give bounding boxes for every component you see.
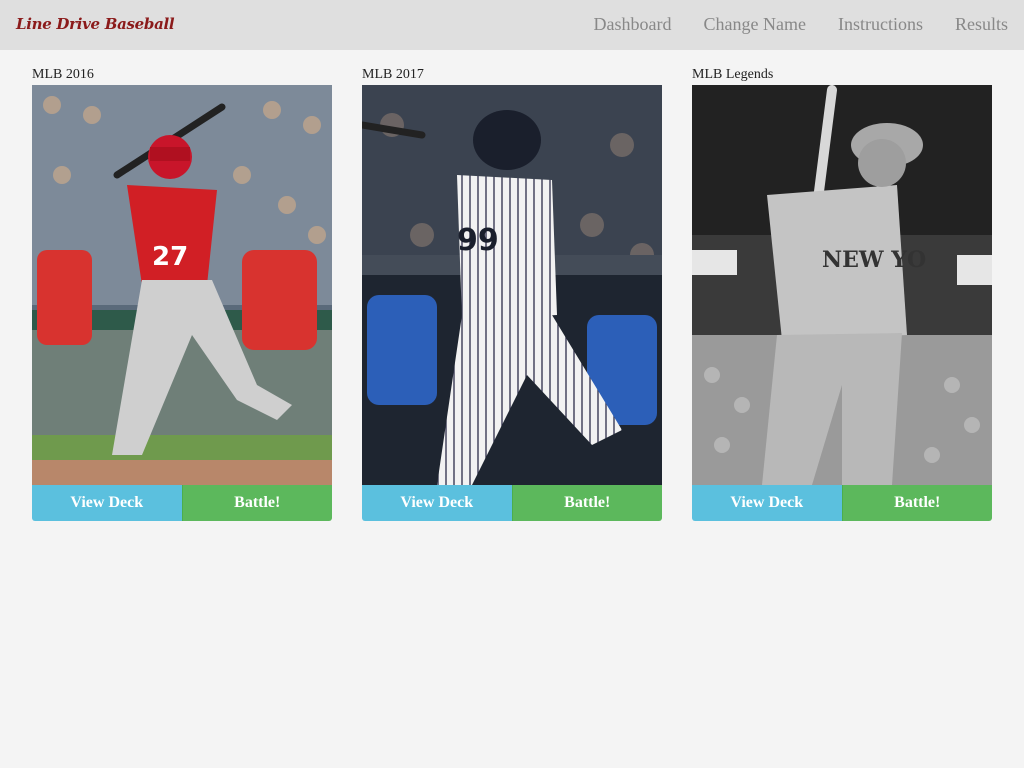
batter-vintage-bw-icon: NEW YO: [692, 85, 992, 485]
deck-photo: NEW YO: [692, 85, 992, 485]
view-deck-button[interactable]: View Deck: [692, 485, 842, 521]
deck-actions: View Deck Battle!: [362, 485, 662, 521]
deck-photo: 99: [362, 85, 662, 485]
brand-logo[interactable]: Line Drive Baseball: [16, 15, 175, 33]
svg-text:99: 99: [457, 223, 499, 258]
deck-card-mlb-2016: MLB 2016 27 View Deck Battle!: [32, 66, 332, 521]
battle-button[interactable]: Battle!: [181, 485, 332, 521]
nav-link-dashboard[interactable]: Dashboard: [594, 14, 672, 35]
deck-title: MLB 2016: [32, 67, 94, 82]
deck-title: MLB 2017: [362, 67, 424, 82]
view-deck-button[interactable]: View Deck: [362, 485, 512, 521]
batter-pinstripe-uniform-icon: 99: [362, 85, 662, 485]
deck-title: MLB Legends: [692, 67, 774, 82]
view-deck-button[interactable]: View Deck: [32, 485, 182, 521]
svg-text:27: 27: [152, 242, 188, 272]
deck-card-mlb-2017: MLB 2017 99 View Deck Battle!: [362, 66, 662, 521]
svg-text:NEW YO: NEW YO: [822, 247, 926, 273]
batter-red-uniform-icon: 27: [32, 85, 332, 485]
battle-button[interactable]: Battle!: [841, 485, 992, 521]
deck-actions: View Deck Battle!: [692, 485, 992, 521]
deck-actions: View Deck Battle!: [32, 485, 332, 521]
nav-link-results[interactable]: Results: [955, 14, 1008, 35]
nav-links: Dashboard Change Name Instructions Resul…: [562, 14, 1008, 35]
nav-link-instructions[interactable]: Instructions: [838, 14, 923, 35]
deck-photo: 27: [32, 85, 332, 485]
nav-link-change-name[interactable]: Change Name: [704, 14, 806, 35]
navbar: Line Drive Baseball Dashboard Change Nam…: [0, 0, 1024, 50]
battle-button[interactable]: Battle!: [511, 485, 662, 521]
deck-card-mlb-legends: MLB Legends NEW YO View Deck Battle!: [692, 66, 992, 521]
